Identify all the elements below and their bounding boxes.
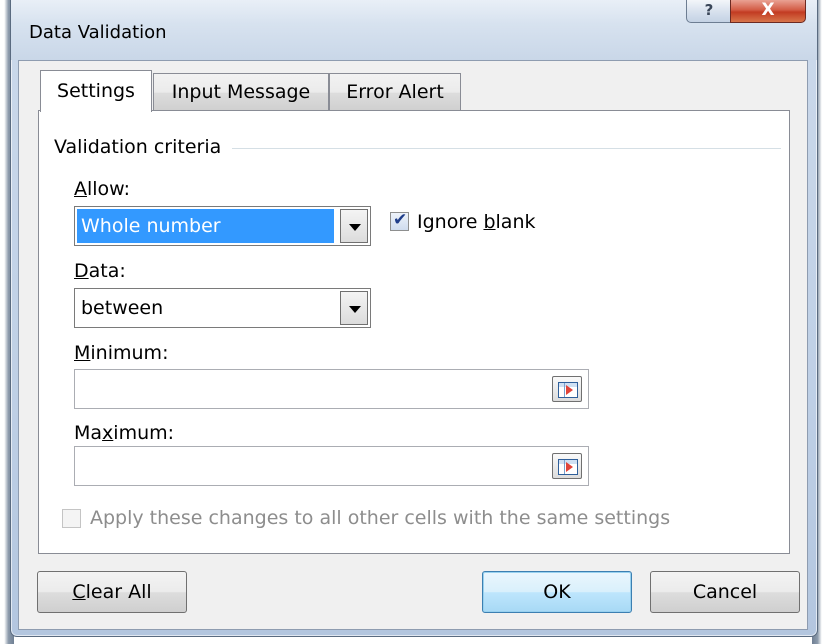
window-title: Data Validation bbox=[29, 22, 167, 43]
maximum-input[interactable] bbox=[74, 446, 589, 486]
ok-button[interactable]: OK bbox=[482, 571, 632, 613]
data-dropdown[interactable]: between bbox=[74, 288, 371, 328]
tab-input-message-label: Input Message bbox=[171, 81, 311, 103]
group-divider bbox=[232, 148, 781, 149]
minimum-label: Minimum: bbox=[74, 342, 169, 364]
ignore-blank-label[interactable]: Ignore blank bbox=[417, 211, 536, 233]
close-button[interactable]: X bbox=[730, 0, 806, 23]
apply-to-all-checkbox[interactable] bbox=[62, 509, 81, 528]
title-bar: Data Validation ? X bbox=[11, 0, 817, 60]
allow-dropdown[interactable]: Whole number bbox=[74, 206, 371, 246]
help-button[interactable]: ? bbox=[686, 0, 732, 23]
allow-selected-value: Whole number bbox=[77, 209, 334, 243]
ignore-blank-checkbox[interactable] bbox=[390, 210, 409, 231]
tab-error-alert[interactable]: Error Alert bbox=[329, 73, 461, 111]
apply-to-all-label: Apply these changes to all other cells w… bbox=[90, 507, 671, 529]
tab-settings[interactable]: Settings bbox=[40, 70, 152, 112]
data-label: Data: bbox=[74, 260, 126, 282]
range-select-icon[interactable] bbox=[552, 453, 582, 479]
allow-label: Allow: bbox=[74, 178, 131, 200]
clear-all-button[interactable]: Clear All bbox=[37, 571, 187, 613]
chevron-down-icon[interactable] bbox=[340, 291, 368, 325]
chevron-down-icon[interactable] bbox=[340, 209, 368, 243]
tab-error-alert-label: Error Alert bbox=[346, 81, 444, 103]
cancel-button[interactable]: Cancel bbox=[650, 571, 800, 613]
tab-settings-label: Settings bbox=[57, 80, 135, 102]
maximum-label: Maximum: bbox=[74, 422, 175, 444]
validation-criteria-label: Validation criteria bbox=[54, 136, 232, 158]
data-selected-value: between bbox=[81, 297, 164, 319]
tab-input-message[interactable]: Input Message bbox=[153, 73, 329, 111]
minimum-input[interactable] bbox=[74, 369, 589, 409]
range-select-icon[interactable] bbox=[552, 376, 582, 402]
settings-tab-panel bbox=[38, 110, 790, 554]
